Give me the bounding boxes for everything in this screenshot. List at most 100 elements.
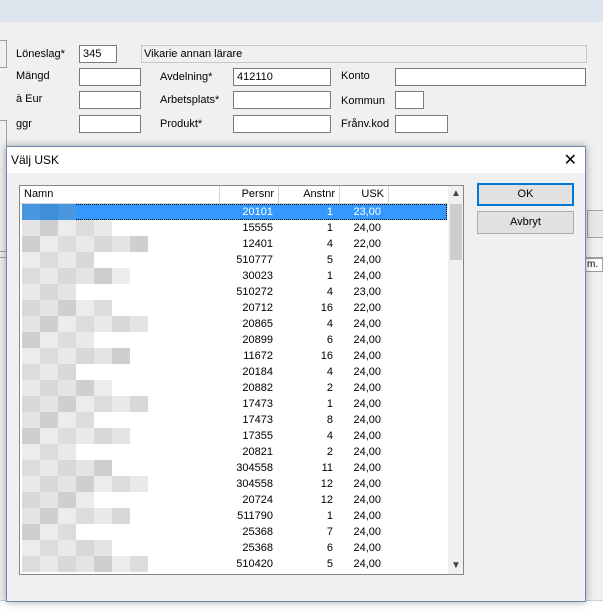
a-eur-field[interactable] bbox=[79, 91, 141, 109]
franv-field[interactable] bbox=[395, 115, 448, 133]
dialog-title-bar: Välj USK ✕ bbox=[7, 147, 585, 173]
column-header-name[interactable]: Namn bbox=[20, 186, 220, 203]
table-row[interactable]: 510272 4 23,00 bbox=[22, 284, 447, 300]
table-row[interactable]: 20712 16 22,00 bbox=[22, 300, 447, 316]
ok-button[interactable]: OK bbox=[477, 183, 574, 206]
table-row[interactable]: 12401 4 22,00 bbox=[22, 236, 447, 252]
row-usk: 22,00 bbox=[353, 302, 381, 314]
row-anstnr: 5 bbox=[326, 254, 333, 266]
vertical-scrollbar[interactable]: ▲ ▼ bbox=[448, 186, 463, 574]
produkt-label: Produkt* bbox=[160, 118, 203, 130]
row-usk: 24,00 bbox=[353, 446, 381, 458]
column-header-usk[interactable]: USK bbox=[340, 186, 389, 203]
table-row[interactable]: 20882 2 24,00 bbox=[22, 380, 447, 396]
row-usk: 23,00 bbox=[353, 206, 381, 218]
row-persnr: 20865 bbox=[242, 318, 273, 330]
row-name-redacted bbox=[22, 348, 217, 364]
table-row[interactable]: 304558 11 24,00 bbox=[22, 460, 447, 476]
row-anstnr: 4 bbox=[326, 238, 333, 250]
row-anstnr: 7 bbox=[326, 526, 333, 538]
row-name-redacted bbox=[22, 316, 217, 332]
row-anstnr: 1 bbox=[326, 206, 333, 218]
row-usk: 23,00 bbox=[353, 286, 381, 298]
row-usk: 24,00 bbox=[353, 558, 381, 570]
produkt-field[interactable] bbox=[233, 115, 331, 133]
row-anstnr: 12 bbox=[320, 478, 333, 490]
row-anstnr: 5 bbox=[326, 558, 333, 570]
table-row[interactable]: 510777 5 24,00 bbox=[22, 252, 447, 268]
table-row[interactable]: 511790 1 24,00 bbox=[22, 508, 447, 524]
row-usk: 24,00 bbox=[353, 334, 381, 346]
background-side-button[interactable] bbox=[587, 210, 603, 238]
row-persnr: 20899 bbox=[242, 334, 273, 346]
table-row[interactable]: 17473 8 24,00 bbox=[22, 412, 447, 428]
scroll-up-icon[interactable]: ▲ bbox=[448, 186, 463, 202]
row-usk: 24,00 bbox=[353, 382, 381, 394]
row-name-redacted bbox=[22, 412, 217, 428]
table-row[interactable]: 15555 1 24,00 bbox=[22, 220, 447, 236]
table-row[interactable]: 20724 12 24,00 bbox=[22, 492, 447, 508]
row-anstnr: 16 bbox=[320, 302, 333, 314]
row-persnr: 20882 bbox=[242, 382, 273, 394]
table-row[interactable]: 20101 1 23,00 bbox=[22, 204, 447, 220]
row-persnr: 12401 bbox=[242, 238, 273, 250]
table-row[interactable]: 20184 4 24,00 bbox=[22, 364, 447, 380]
table-row[interactable]: 510420 5 24,00 bbox=[22, 556, 447, 572]
scroll-down-icon[interactable]: ▼ bbox=[448, 558, 463, 574]
usk-list[interactable]: Namn Persnr Anstnr USK 20101 1 23,00 15555 1… bbox=[19, 185, 464, 575]
row-anstnr: 4 bbox=[326, 366, 333, 378]
row-name-redacted bbox=[22, 220, 217, 236]
loneslag-label: Löneslag* bbox=[16, 48, 65, 60]
row-name-redacted bbox=[22, 444, 217, 460]
table-row[interactable]: 11672 16 24,00 bbox=[22, 348, 447, 364]
row-persnr: 20724 bbox=[242, 494, 273, 506]
mangd-label: Mängd bbox=[16, 70, 50, 82]
dialog-title: Välj USK bbox=[11, 153, 60, 167]
konto-label: Konto bbox=[341, 70, 370, 82]
table-row[interactable]: 17473 1 24,00 bbox=[22, 396, 447, 412]
table-row[interactable]: 25368 7 24,00 bbox=[22, 524, 447, 540]
kommun-field[interactable] bbox=[395, 91, 424, 109]
row-anstnr: 1 bbox=[326, 398, 333, 410]
row-usk: 24,00 bbox=[353, 510, 381, 522]
table-row[interactable]: 20899 6 24,00 bbox=[22, 332, 447, 348]
scrollbar-thumb[interactable] bbox=[450, 204, 462, 260]
konto-field[interactable] bbox=[395, 68, 586, 86]
table-row[interactable]: 25368 6 24,00 bbox=[22, 540, 447, 556]
row-name-redacted bbox=[22, 284, 217, 300]
row-name-redacted bbox=[22, 268, 217, 284]
franv-label: Frånv.kod bbox=[341, 118, 390, 130]
row-usk: 24,00 bbox=[353, 542, 381, 554]
row-usk: 24,00 bbox=[353, 526, 381, 538]
ggr-field[interactable] bbox=[79, 115, 141, 133]
row-persnr: 304558 bbox=[236, 462, 273, 474]
row-name-redacted bbox=[22, 204, 217, 220]
cancel-button[interactable]: Avbryt bbox=[477, 211, 574, 234]
column-header-anstnr[interactable]: Anstnr bbox=[279, 186, 340, 203]
row-usk: 24,00 bbox=[353, 318, 381, 330]
column-header-persnr[interactable]: Persnr bbox=[220, 186, 279, 203]
arbetsplats-field[interactable] bbox=[233, 91, 331, 109]
row-usk: 24,00 bbox=[353, 462, 381, 474]
row-anstnr: 2 bbox=[326, 382, 333, 394]
row-name-redacted bbox=[22, 508, 217, 524]
avdelning-field[interactable]: 412110 bbox=[233, 68, 331, 86]
row-persnr: 11672 bbox=[243, 350, 273, 362]
table-row[interactable]: 20821 2 24,00 bbox=[22, 444, 447, 460]
loneslag-description: Vikarie annan lärare bbox=[141, 45, 587, 63]
row-anstnr: 1 bbox=[326, 222, 333, 234]
mangd-field[interactable] bbox=[79, 68, 141, 86]
table-row[interactable]: 20865 4 24,00 bbox=[22, 316, 447, 332]
row-anstnr: 1 bbox=[326, 510, 333, 522]
row-usk: 24,00 bbox=[353, 398, 381, 410]
row-anstnr: 4 bbox=[326, 430, 333, 442]
row-persnr: 25368 bbox=[242, 542, 273, 554]
row-name-redacted bbox=[22, 364, 217, 380]
row-name-redacted bbox=[22, 460, 217, 476]
close-icon[interactable]: ✕ bbox=[564, 150, 577, 170]
table-row[interactable]: 304558 12 24,00 bbox=[22, 476, 447, 492]
loneslag-field[interactable]: 345 bbox=[79, 45, 117, 63]
table-row[interactable]: 17355 4 24,00 bbox=[22, 428, 447, 444]
row-usk: 24,00 bbox=[353, 494, 381, 506]
table-row[interactable]: 30023 1 24,00 bbox=[22, 268, 447, 284]
